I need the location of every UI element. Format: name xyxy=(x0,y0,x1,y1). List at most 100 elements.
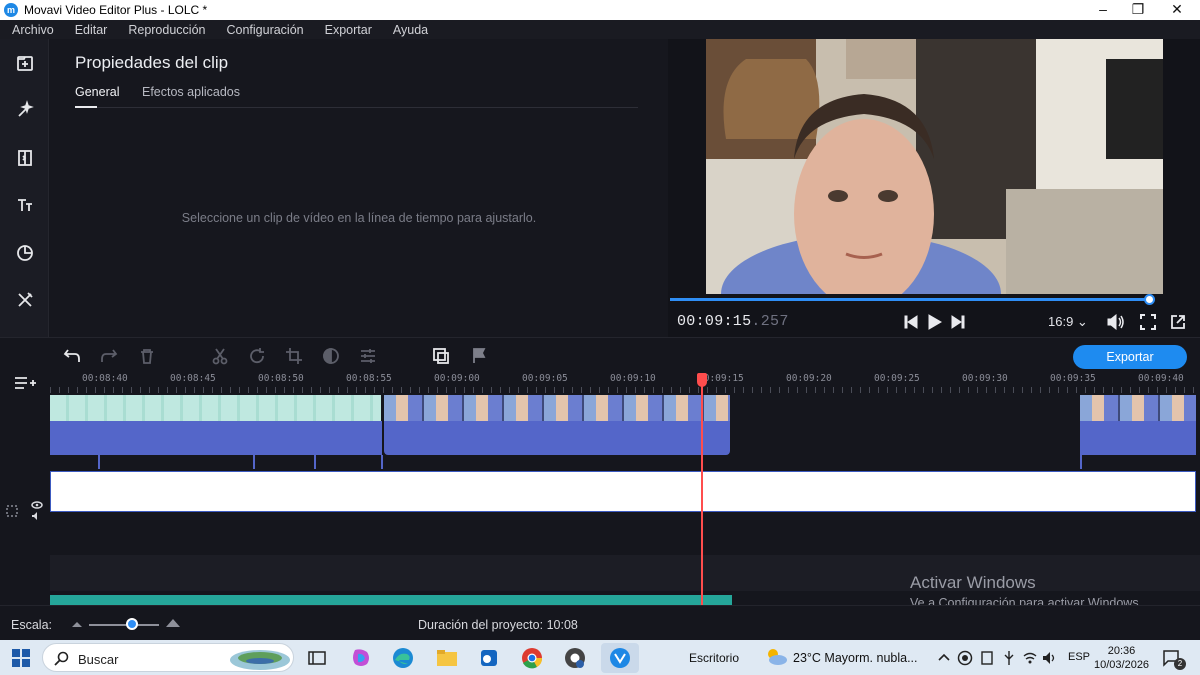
add-track-button[interactable] xyxy=(14,374,36,390)
aspect-ratio-select[interactable]: 16:9 ⌄ xyxy=(1048,314,1088,330)
ruler-minor-tick xyxy=(293,387,294,393)
outlook-icon[interactable] xyxy=(477,646,501,670)
title-clip[interactable] xyxy=(50,471,1196,512)
ruler-label: 00:09:00 xyxy=(434,373,480,384)
edge-icon[interactable] xyxy=(391,646,415,670)
zoom-out-icon[interactable] xyxy=(71,620,83,628)
titles-tool[interactable] xyxy=(0,182,49,230)
close-button[interactable]: ✕ xyxy=(1154,0,1200,20)
ruler-minor-tick xyxy=(239,387,240,393)
undo-button[interactable] xyxy=(63,347,83,365)
volume-button[interactable] xyxy=(1106,313,1126,331)
tab-applied-effects[interactable]: Efectos aplicados xyxy=(142,85,240,99)
ruler-minor-tick xyxy=(131,387,132,393)
speaker-icon[interactable] xyxy=(1042,650,1058,666)
music-clip[interactable] xyxy=(50,595,732,605)
timeline-ruler[interactable]: 00:08:40 00:08:45 00:08:50 00:08:55 00:0… xyxy=(50,373,1200,395)
fullscreen-button[interactable] xyxy=(1139,313,1157,331)
ruler-minor-tick xyxy=(761,387,762,393)
ruler-minor-tick xyxy=(662,387,663,393)
task-view-icon[interactable] xyxy=(305,646,329,670)
tray-chevron-icon[interactable] xyxy=(937,652,951,662)
previous-frame-button[interactable] xyxy=(903,313,919,331)
audio-clip-2[interactable] xyxy=(384,421,730,455)
menu-ayuda[interactable]: Ayuda xyxy=(387,23,428,37)
menu-editar[interactable]: Editar xyxy=(69,23,108,37)
rotate-button[interactable] xyxy=(248,347,268,365)
ruler-minor-tick xyxy=(914,387,915,393)
player-timecode: 00:09:15.257 xyxy=(677,313,789,330)
desktop-label[interactable]: Escritorio xyxy=(689,651,739,665)
play-button[interactable] xyxy=(926,313,944,331)
export-button[interactable]: Exportar xyxy=(1073,345,1187,369)
windows-start-icon[interactable] xyxy=(12,649,30,667)
audio-clip-3[interactable] xyxy=(1080,421,1196,455)
detach-player-button[interactable] xyxy=(1169,313,1187,331)
ruler-minor-tick xyxy=(401,387,402,393)
ruler-minor-tick xyxy=(842,387,843,393)
ruler-minor-tick xyxy=(212,387,213,393)
overlay-button[interactable] xyxy=(432,347,452,365)
import-tool[interactable] xyxy=(0,39,49,87)
properties-tabs: General Efectos aplicados xyxy=(75,85,638,108)
clock-time: 20:36 xyxy=(1107,645,1136,657)
language-indicator[interactable]: ESP xyxy=(1068,651,1090,663)
delete-button[interactable] xyxy=(138,347,158,365)
clock-date: 10/03/2026 xyxy=(1094,659,1150,671)
copilot-icon[interactable] xyxy=(349,646,373,670)
more-tools[interactable] xyxy=(0,277,49,325)
menu-archivo[interactable]: Archivo xyxy=(6,23,54,37)
ruler-minor-tick xyxy=(1049,387,1050,393)
redo-button[interactable] xyxy=(100,347,120,365)
stickers-tool[interactable] xyxy=(0,229,49,277)
menu-exportar[interactable]: Exportar xyxy=(319,23,372,37)
video-clip-1[interactable] xyxy=(50,395,381,421)
weather-text[interactable]: 23°C Mayorm. nubla... xyxy=(793,651,918,665)
wifi-icon[interactable] xyxy=(1022,650,1038,666)
volume-icon xyxy=(1107,314,1124,330)
ruler-minor-tick xyxy=(725,387,726,393)
movavi-taskbar-button[interactable] xyxy=(601,643,639,673)
fullscreen-icon xyxy=(1140,314,1156,330)
ruler-minor-tick xyxy=(1139,387,1140,393)
device-icon[interactable] xyxy=(979,650,995,666)
chrome-icon[interactable] xyxy=(520,646,544,670)
marker-button[interactable] xyxy=(470,347,490,365)
next-frame-button[interactable] xyxy=(950,313,966,331)
file-explorer-icon[interactable] xyxy=(435,646,459,670)
menu-configuracion[interactable]: Configuración xyxy=(220,23,303,37)
clip-properties-button[interactable] xyxy=(359,347,379,365)
scale-slider-knob[interactable] xyxy=(126,618,138,630)
playhead-line[interactable] xyxy=(701,373,703,605)
ruler-minor-tick xyxy=(1103,387,1104,393)
ruler-minor-tick xyxy=(797,387,798,393)
playhead-handle[interactable] xyxy=(697,373,707,387)
ruler-minor-tick xyxy=(806,387,807,393)
sliders-icon xyxy=(361,349,375,363)
filters-tool[interactable] xyxy=(0,87,49,135)
player-seek-bar[interactable] xyxy=(670,298,1148,301)
seek-knob[interactable] xyxy=(1144,294,1155,305)
zoom-in-icon[interactable] xyxy=(165,618,181,628)
video-preview[interactable] xyxy=(706,39,1163,294)
taskbar-clock[interactable]: 20:36 10/03/2026 xyxy=(1094,644,1149,672)
track-controls xyxy=(5,498,45,524)
transitions-tool[interactable] xyxy=(0,134,49,182)
chrome-profile-icon[interactable] xyxy=(563,646,587,670)
ruler-minor-tick xyxy=(311,387,312,393)
video-clip-3[interactable] xyxy=(1080,395,1196,421)
project-duration: Duración del proyecto: 10:08 xyxy=(418,618,578,632)
menu-reproduccion[interactable]: Reproducción xyxy=(122,23,205,37)
scale-slider[interactable] xyxy=(89,624,159,626)
usb-icon[interactable] xyxy=(1001,650,1017,666)
video-clip-2[interactable] xyxy=(384,395,730,421)
crop-button[interactable] xyxy=(285,347,305,365)
audio-clip-1[interactable] xyxy=(50,421,382,455)
color-adjust-button[interactable] xyxy=(322,347,342,365)
record-icon[interactable] xyxy=(957,650,973,666)
left-toolbar xyxy=(0,39,49,337)
taskbar-search[interactable]: Buscar xyxy=(42,643,294,672)
tab-general[interactable]: General xyxy=(75,85,119,108)
cut-button[interactable] xyxy=(211,347,231,365)
ruler-minor-tick xyxy=(257,387,258,393)
